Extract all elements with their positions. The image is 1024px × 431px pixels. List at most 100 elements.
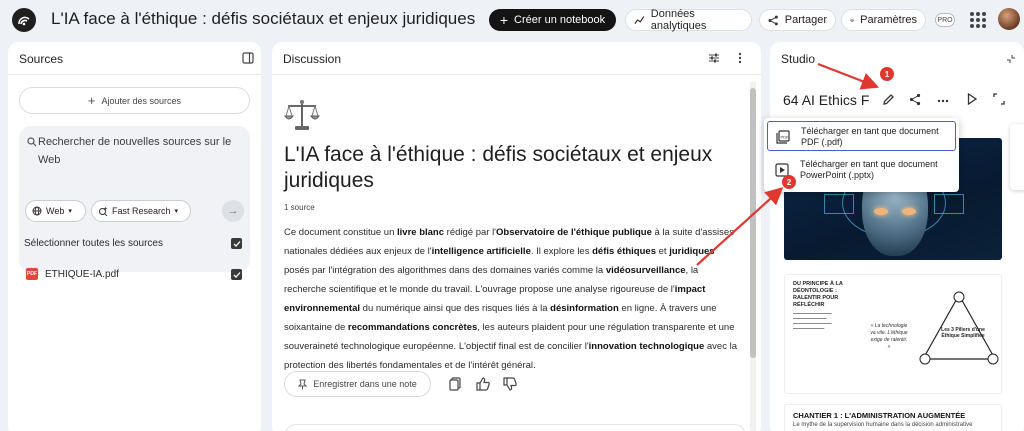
notebooklm-logo-icon[interactable] xyxy=(12,8,36,32)
share-label: Partager xyxy=(784,14,827,26)
share-icon[interactable] xyxy=(909,93,921,106)
summary-bold-term: recommandations concrètes xyxy=(347,322,478,333)
source-checkbox[interactable] xyxy=(231,269,242,280)
pdf-file-icon: PDF xyxy=(26,268,38,280)
chat-title: Discussion xyxy=(283,52,342,66)
slide-thumbnail-principles[interactable]: DU PRINCIPE À LA DÉONTOLOGIE : RALENTIR … xyxy=(784,274,1002,394)
svg-text:PDF: PDF xyxy=(781,135,790,140)
summary-bold-term: Observatoire de l'éthique publique xyxy=(496,227,652,238)
apps-grid-icon[interactable] xyxy=(970,12,986,28)
gear-icon xyxy=(850,18,854,22)
add-sources-label: Ajouter des sources xyxy=(101,95,182,106)
chat-panel: Discussion L'IA face à l'éthique : défis… xyxy=(272,42,761,431)
pencil-icon[interactable] xyxy=(882,93,895,106)
arrow-right-icon: → xyxy=(227,205,239,217)
more-horiz-icon[interactable] xyxy=(937,99,949,103)
summary-text: posés par l'intégration des algorithmes … xyxy=(284,265,606,276)
fullscreen-icon[interactable] xyxy=(993,93,1005,105)
summary-bold-term: vidéosurveillance xyxy=(605,265,686,276)
eye xyxy=(874,208,888,215)
fast-research-dropdown[interactable]: Fast Research ▾ xyxy=(91,200,191,222)
analytics-label: Données analytiques xyxy=(650,8,707,32)
search-icon xyxy=(27,137,37,147)
hud-box xyxy=(934,194,964,214)
download-pptx-label: Télécharger en tant que document PowerPo… xyxy=(800,159,938,180)
pin-icon xyxy=(298,379,308,389)
source-count: 1 source xyxy=(284,203,315,212)
summary-bold-term: défis éthiques xyxy=(592,246,656,257)
partial-popup-card xyxy=(1010,124,1024,190)
share-button[interactable]: Partager xyxy=(759,9,836,31)
globe-icon xyxy=(32,206,42,216)
sparkle-search-icon xyxy=(99,206,108,216)
summary-bold-term: innovation technologique xyxy=(588,341,705,352)
web-search-input[interactable]: Rechercher de nouvelles sources sur le W… xyxy=(38,133,238,169)
check-icon xyxy=(233,240,240,247)
slide-heading: DU PRINCIPE À LA DÉONTOLOGIE : RALENTIR … xyxy=(793,281,843,308)
summary-text: . Il explore les xyxy=(530,246,593,257)
download-pdf-option[interactable]: PDF Télécharger en tant que document PDF… xyxy=(767,121,956,151)
notebook-title[interactable]: L'IA face à l'éthique : défis sociétaux … xyxy=(51,9,475,29)
add-sources-button[interactable]: + Ajouter des sources xyxy=(19,87,250,114)
save-note-label: Enregistrer dans une note xyxy=(313,379,417,389)
share-icon xyxy=(768,15,778,25)
more-vert-icon[interactable] xyxy=(738,52,742,64)
summary-text: du numérique ainsi que des risques liés … xyxy=(360,303,551,314)
summary-bold-term: livre blanc xyxy=(397,227,445,238)
chevron-down-icon: ▾ xyxy=(174,208,179,215)
sources-title: Sources xyxy=(19,52,64,66)
studio-panel: Studio 64 AI Ethics F DU PRINCIPE À LA D… xyxy=(770,42,1024,431)
save-to-note-button[interactable]: Enregistrer dans une note xyxy=(284,371,431,397)
create-notebook-label: Créer un notebook xyxy=(514,14,606,26)
note-title: 64 AI Ethics F xyxy=(783,92,870,108)
thumbs-up-icon[interactable] xyxy=(476,377,490,391)
slide-subheading: Le mythe de la supervision humaine dans … xyxy=(793,422,973,428)
summary-text: rédigé par l' xyxy=(444,227,496,238)
collapse-panel-icon[interactable] xyxy=(242,52,254,64)
studio-title: Studio xyxy=(781,52,816,66)
hud-box xyxy=(824,194,854,214)
summary-bold-term: juridiques xyxy=(669,246,715,257)
summary-text: et xyxy=(655,246,670,257)
settings-label: Paramètres xyxy=(860,14,917,26)
download-pdf-label: Télécharger en tant que document PDF (.p… xyxy=(801,126,939,147)
summary-text: Ce document constitue un xyxy=(284,227,398,238)
slide-body-text: ━━━━━━━━━━━━━━━━ ━━━━━━━━━━━━━━ ━━━━━━━━… xyxy=(793,311,832,331)
select-all-checkbox[interactable] xyxy=(231,238,242,249)
collapse-arrows-icon[interactable] xyxy=(1006,54,1016,64)
notebook-heading: L'IA face à l'éthique : défis sociétaux … xyxy=(284,143,713,192)
analytics-button[interactable]: Données analytiques xyxy=(625,8,752,32)
slide-heading: CHANTIER 1 : L'ADMINISTRATION AUGMENTÉE xyxy=(793,411,966,420)
web-source-dropdown[interactable]: Web ▾ xyxy=(25,200,86,222)
annotation-badge-1: 1 xyxy=(880,67,894,81)
slide-thumbnail-chantier[interactable]: CHANTIER 1 : L'ADMINISTRATION AUGMENTÉE … xyxy=(784,404,1002,431)
notebook-summary: Ce document constitue un livre blanc réd… xyxy=(284,223,740,375)
chevron-down-icon: ▾ xyxy=(68,208,72,215)
fast-research-label: Fast Research xyxy=(112,206,171,216)
check-icon xyxy=(233,271,240,278)
summary-bold-term: intelligence artificielle xyxy=(431,246,531,257)
top-bar: L'IA face à l'éthique : défis sociétaux … xyxy=(0,0,1024,40)
copy-icon[interactable] xyxy=(449,377,461,391)
select-all-label: Sélectionner toutes les sources xyxy=(24,238,163,249)
tune-icon[interactable] xyxy=(708,52,720,64)
annotation-badge-2: 2 xyxy=(782,175,796,189)
slide-quote: « La technologie va vite. L'éthique exig… xyxy=(870,323,908,350)
create-notebook-button[interactable]: + Créer un notebook xyxy=(489,9,616,31)
web-chip-label: Web xyxy=(46,206,65,216)
source-file-name[interactable]: ETHIQUE-IA.pdf xyxy=(45,269,119,280)
sources-panel: Sources + Ajouter des sources Rechercher… xyxy=(8,42,261,431)
avatar[interactable] xyxy=(998,8,1020,30)
analytics-icon xyxy=(634,16,645,24)
thumbs-down-icon[interactable] xyxy=(503,377,517,391)
summary-bold-term: désinformation xyxy=(550,303,619,314)
submit-search-button[interactable]: → xyxy=(222,200,244,222)
sources-divider xyxy=(8,74,261,75)
pdf-document-icon: PDF xyxy=(776,130,790,144)
chat-scrollbar-thumb[interactable] xyxy=(750,88,756,358)
slide-pillars-label: Les 3 Piliers d'une Éthique Simplifiée xyxy=(941,327,985,339)
plus-icon: + xyxy=(499,12,509,28)
chat-input-box[interactable] xyxy=(284,424,746,431)
settings-button[interactable]: Paramètres xyxy=(841,9,926,31)
play-icon[interactable] xyxy=(967,93,977,105)
